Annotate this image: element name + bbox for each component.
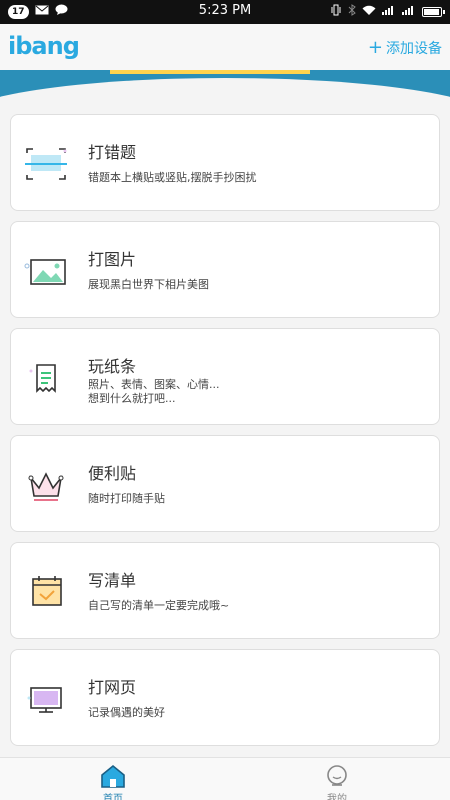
banner-stripe — [110, 70, 310, 74]
tab-mine-label: 我的 — [327, 794, 347, 800]
battery-icon — [422, 6, 445, 17]
bluetooth-icon — [348, 4, 356, 19]
image-icon — [21, 246, 71, 296]
add-device-button[interactable]: + 添加设备 — [368, 38, 442, 58]
card-web-page[interactable]: 打网页 记录偶遇的美好 — [10, 649, 440, 746]
feature-list: 打错题 错题本上横贴或竖贴,摆脱手抄困扰 打图片 展现黑白世界下相片美图 玩纸条… — [10, 114, 440, 756]
scan-icon — [21, 139, 71, 189]
app-logo: ibang — [8, 32, 80, 60]
top-banner — [0, 70, 450, 116]
card-description: 错题本上横贴或竖贴,摆脱手抄困扰 — [88, 171, 257, 184]
card-description: 照片、表情、图案、心情... 想到什么就打吧... — [88, 378, 220, 406]
banner-curve — [0, 78, 450, 116]
card-title: 打网页 — [88, 678, 137, 697]
tab-mine[interactable]: 我的 — [297, 764, 377, 800]
vibrate-icon — [330, 4, 342, 19]
card-paper-note[interactable]: 玩纸条 照片、表情、图案、心情... 想到什么就打吧... — [10, 328, 440, 425]
signal-icon — [382, 5, 396, 18]
card-title: 玩纸条 — [88, 357, 137, 376]
scroll-note-icon — [21, 353, 71, 403]
card-title: 打错题 — [88, 143, 137, 162]
home-icon — [100, 764, 126, 788]
card-print-image[interactable]: 打图片 展现黑白世界下相片美图 — [10, 221, 440, 318]
card-title: 打图片 — [88, 250, 137, 269]
calendar-icon — [21, 567, 71, 617]
app-header: ibang + 添加设备 — [0, 24, 450, 70]
card-sticky-note[interactable]: 便利贴 随时打印随手贴 — [10, 435, 440, 532]
signal-icon-2 — [402, 5, 416, 18]
plus-icon: + — [367, 37, 383, 58]
card-wrong-questions[interactable]: 打错题 错题本上横贴或竖贴,摆脱手抄困扰 — [10, 114, 440, 211]
status-right — [330, 4, 445, 19]
add-device-label: 添加设备 — [386, 41, 442, 57]
card-description-line1: 照片、表情、图案、心情... — [88, 378, 220, 391]
monitor-icon — [21, 674, 71, 724]
tab-home-label: 首页 — [103, 794, 123, 800]
card-description: 记录偶遇的美好 — [88, 706, 165, 719]
status-bar: 17 5:23 PM — [0, 0, 450, 24]
card-description: 随时打印随手贴 — [88, 492, 165, 505]
wifi-icon — [362, 5, 376, 19]
tab-home[interactable]: 首页 — [73, 764, 153, 800]
card-title: 便利贴 — [88, 464, 137, 483]
card-title: 写清单 — [88, 571, 137, 590]
card-description: 展现黑白世界下相片美图 — [88, 278, 209, 291]
crown-icon — [21, 460, 71, 510]
card-description-line2: 想到什么就打吧... — [88, 392, 176, 405]
card-checklist[interactable]: 写清单 自己写的清单一定要完成哦~ — [10, 542, 440, 639]
bottom-tab-bar: 首页 我的 — [0, 757, 450, 800]
profile-icon — [324, 764, 350, 788]
card-description: 自己写的清单一定要完成哦~ — [88, 599, 230, 612]
